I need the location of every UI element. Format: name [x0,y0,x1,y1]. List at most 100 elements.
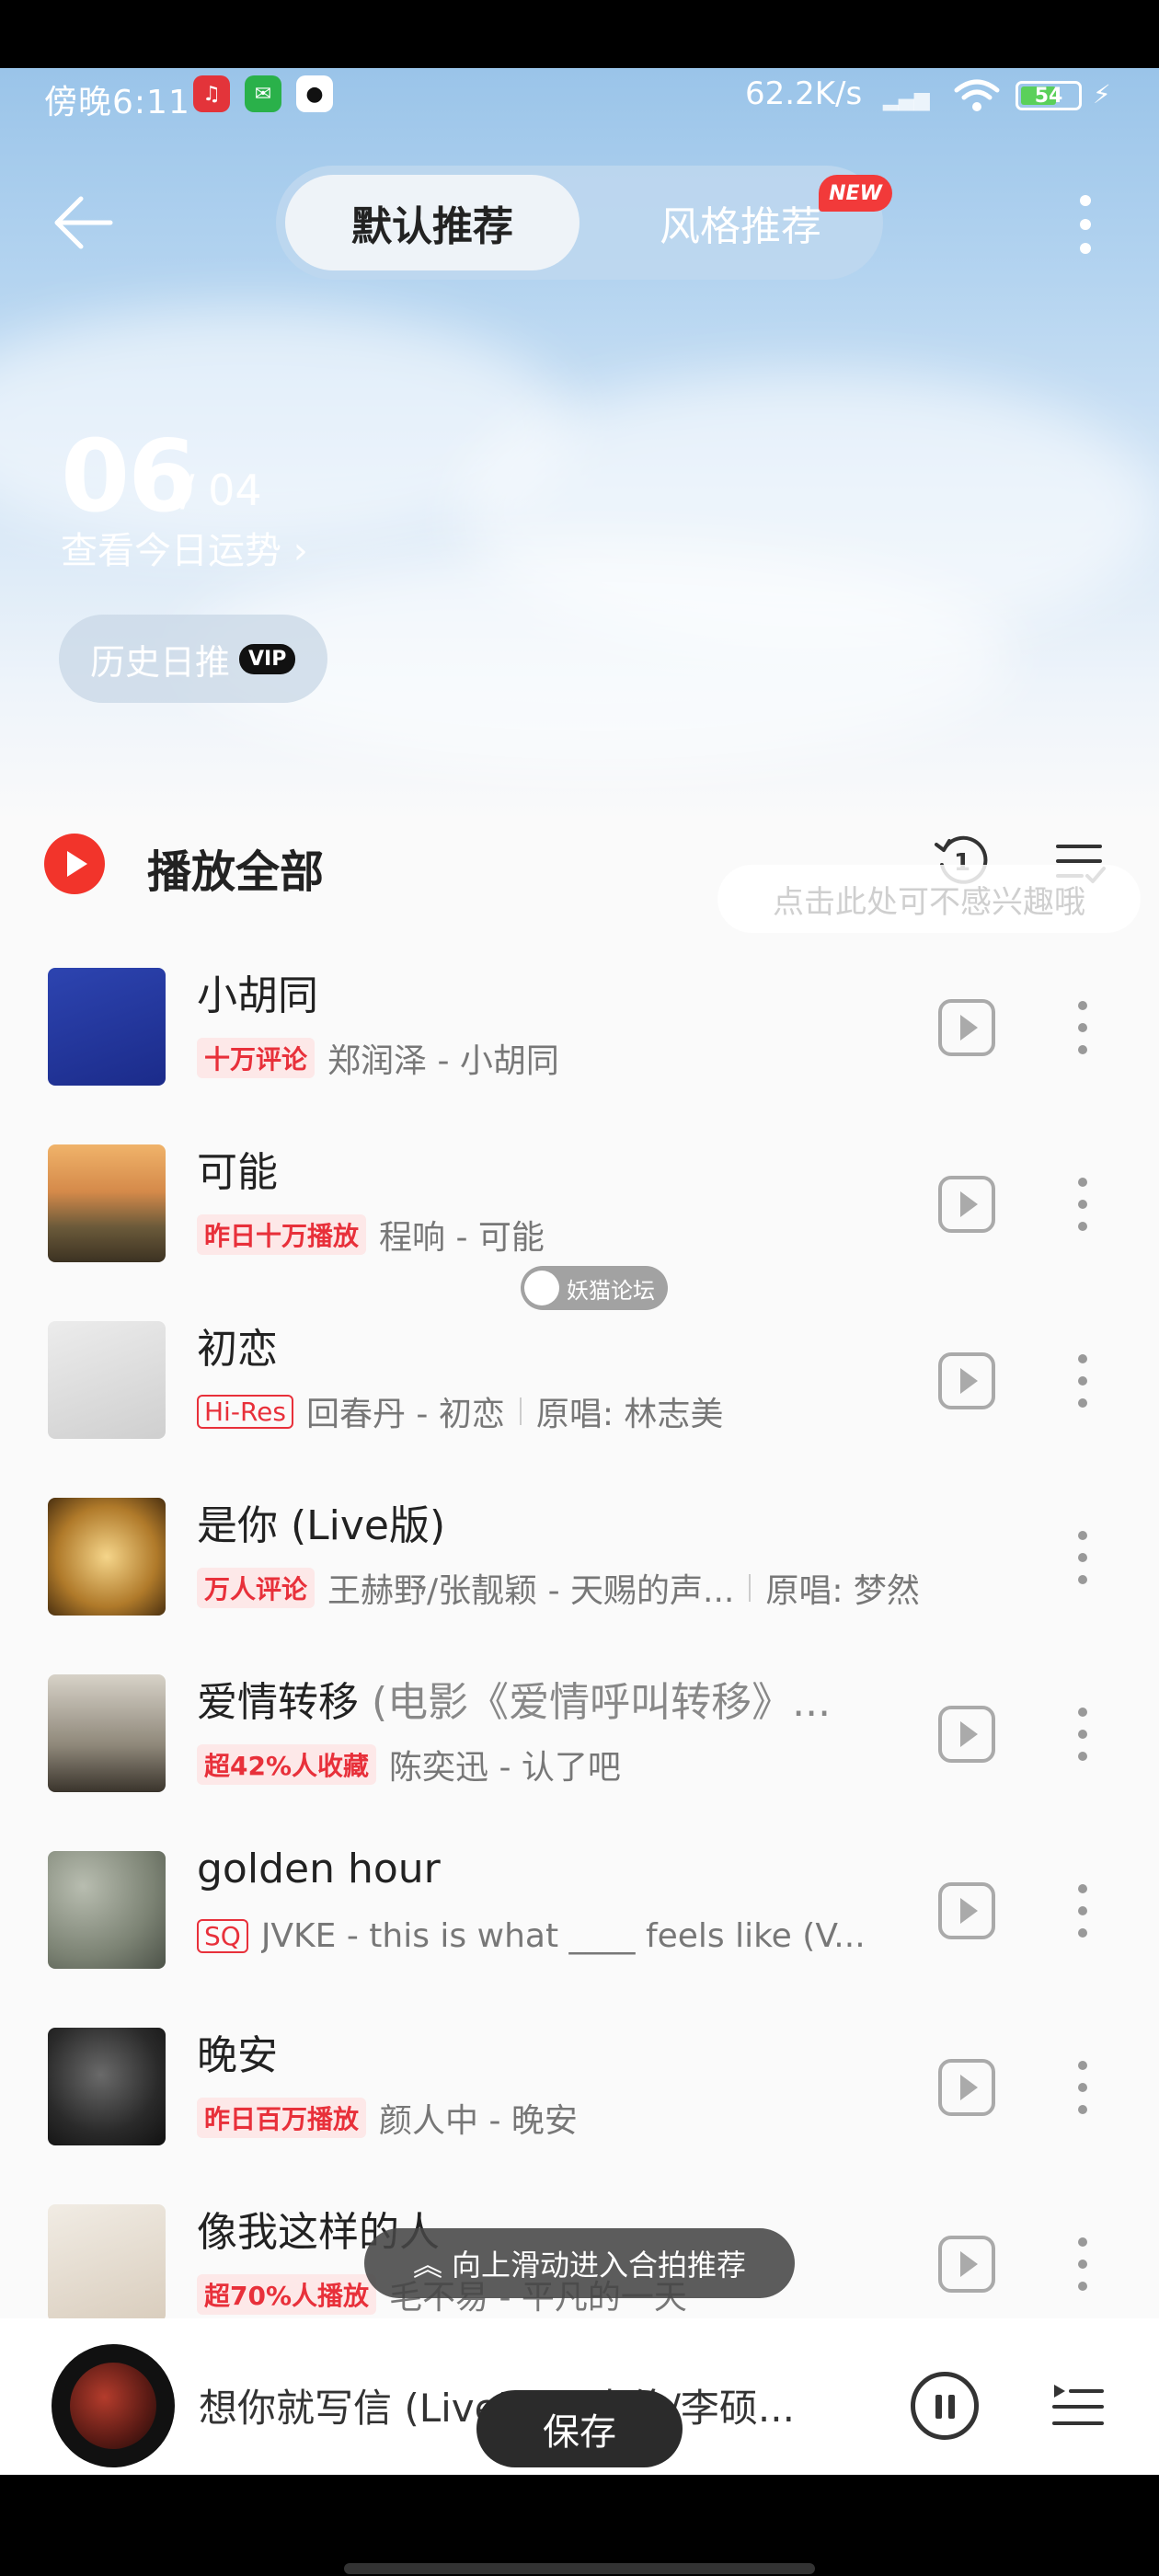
song-artist: 王赫野/张靓颖 - 天赐的声... [327,1572,735,1610]
netease-music-icon: ♫ [193,75,230,112]
song-tag: 超70%人播放 [197,2274,377,2315]
song-more-icon[interactable] [1067,2230,1098,2300]
song-row[interactable]: 爱情转移 (电影《爱情呼叫转移》... 超42%人收藏 陈奕迅 - 认了吧 [0,1674,1159,1851]
song-artist: 颜人中 - 晚安 [379,2102,578,2140]
back-arrow-icon[interactable] [48,193,116,252]
song-subtitle: (电影《爱情呼叫转移》... [372,1679,832,1726]
play-video-icon[interactable] [938,2236,995,2293]
watermark-logo-icon [524,1271,559,1305]
song-tag: 昨日十万播放 [197,1214,367,1255]
song-meta: SQ JVKE - this is what ____ feels like (… [197,1917,924,1955]
date-day: 06 [61,420,197,535]
album-cover [48,1674,166,1792]
song-artist: 程响 - 可能 [379,1219,545,1257]
charging-icon: ⚡ [1093,79,1111,109]
save-button[interactable]: 保存 [476,2390,683,2467]
meta-divider [749,1574,752,1602]
song-tag: 昨日百万播放 [197,2098,367,2138]
qq-icon: ● [296,75,333,112]
play-all-label[interactable]: 播放全部 [147,835,324,900]
home-indicator[interactable] [344,2563,815,2574]
sq-tag: SQ [197,1919,248,1953]
date-month: / 04 [180,466,262,515]
song-more-icon[interactable] [1067,1347,1098,1417]
song-meta: 昨日十万播放 程响 - 可能 [197,1211,924,1259]
playlist-queue-icon[interactable] [1049,2375,1107,2434]
wechat-icon: ✉ [245,75,281,112]
vip-badge: VIP [239,643,296,674]
fortune-link[interactable]: 查看今日运势 › [61,521,308,574]
app-screen: 傍晚6:11 ♫ ✉ ● 62.2K/s ▂▄▆ 54 ⚡ 默认推荐 风格推荐 … [0,0,1159,2576]
bottom-black-bar [0,2475,1159,2576]
song-title: 小胡同 [197,972,318,1019]
meta-divider [519,1397,522,1425]
hi-res-tag: Hi-Res [197,1394,293,1429]
status-bar: 傍晚6:11 ♫ ✉ ● 62.2K/s ▂▄▆ 54 ⚡ [0,68,1159,123]
album-cover [48,1498,166,1616]
song-title: 爱情转移 (电影《爱情呼叫转移》... [197,1679,832,1726]
battery-icon: 54 [1016,81,1082,110]
song-meta: 超42%人收藏 陈奕迅 - 认了吧 [197,1741,924,1788]
play-video-icon[interactable] [938,1882,995,1939]
song-row[interactable]: 小胡同 十万评论 郑润泽 - 小胡同 [0,968,1159,1144]
song-title: 可能 [197,1149,278,1196]
song-more-icon[interactable] [1067,994,1098,1064]
song-title: golden hour [197,1846,441,1892]
song-title: 晚安 [197,2032,278,2079]
forum-watermark: 妖猫论坛 [521,1266,668,1310]
album-cover [48,1321,166,1439]
new-badge: NEW [819,175,892,212]
song-more-icon[interactable] [1067,1170,1098,1240]
top-black-bar [0,0,1159,68]
status-time: 傍晚6:11 [44,84,190,121]
pause-icon[interactable] [911,2372,979,2440]
swipe-up-hint[interactable]: ︽ 向上滑动进入合拍推荐 [364,2228,795,2298]
song-artist: 回春丹 - 初恋 [305,1396,505,1433]
tab-default-recommend[interactable]: 默认推荐 [285,175,580,270]
original-singer: 原唱: 梦然 [765,1572,920,1610]
song-more-icon[interactable] [1067,1700,1098,1770]
song-tag: 超42%人收藏 [197,1744,377,1785]
double-chevron-up-icon: ︽ [412,2248,442,2283]
song-row[interactable]: 初恋 Hi-Res 回春丹 - 初恋 原唱: 林志美 [0,1321,1159,1498]
song-more-icon[interactable] [1067,1524,1098,1593]
song-row[interactable]: 是你 (Live版) 万人评论 王赫野/张靓颖 - 天赐的声... 原唱: 梦然 [0,1498,1159,1674]
more-menu-icon[interactable] [1067,188,1104,261]
song-more-icon[interactable] [1067,1877,1098,1947]
play-video-icon[interactable] [938,2059,995,2116]
song-meta: 万人评论 王赫野/张靓颖 - 天赐的声... 原唱: 梦然 [197,1564,924,1612]
album-cover [48,1144,166,1262]
now-playing-disc[interactable] [52,2344,175,2467]
swipe-hint-text: 向上滑动进入合拍推荐 [452,2248,747,2283]
album-cover [48,1851,166,1969]
song-title: 是你 (Live版) [197,1502,446,1549]
song-artist: 郑润泽 - 小胡同 [327,1042,559,1080]
history-daily-button[interactable]: 历史日推 VIP [59,615,327,703]
network-speed: 62.2K/s [745,75,863,112]
song-tag: 十万评论 [197,1038,316,1078]
song-row[interactable]: 晚安 昨日百万播放 颜人中 - 晚安 [0,2028,1159,2204]
song-meta: 昨日百万播放 颜人中 - 晚安 [197,2094,924,2142]
recommend-tab-switcher: 默认推荐 风格推荐 [276,166,883,280]
album-cover [48,968,166,1086]
play-video-icon[interactable] [938,999,995,1056]
song-tag: 万人评论 [197,1568,316,1608]
album-cover [48,2028,166,2145]
battery-level: 54 [1034,84,1063,108]
song-artist: 陈奕迅 - 认了吧 [389,1749,621,1787]
song-meta: Hi-Res 回春丹 - 初恋 原唱: 林志美 [197,1387,924,1435]
song-artist: JVKE - this is what ____ feels like (V..… [260,1917,866,1955]
wifi-icon [954,79,1000,111]
song-row[interactable]: golden hour SQ JVKE - this is what ____ … [0,1846,1159,2028]
song-more-icon[interactable] [1067,2053,1098,2123]
song-title: 初恋 [197,1326,278,1373]
play-video-icon[interactable] [938,1176,995,1233]
song-meta: 十万评论 郑润泽 - 小胡同 [197,1034,924,1082]
signal-icon: ▂▄▆ [883,88,930,111]
play-video-icon[interactable] [938,1706,995,1763]
watermark-text: 妖猫论坛 [567,1277,655,1304]
play-all-icon[interactable] [44,834,105,894]
play-video-icon[interactable] [938,1352,995,1409]
history-label: 历史日推 [90,641,231,683]
not-interested-tooltip: 点击此处可不感兴趣哦 [717,865,1141,933]
